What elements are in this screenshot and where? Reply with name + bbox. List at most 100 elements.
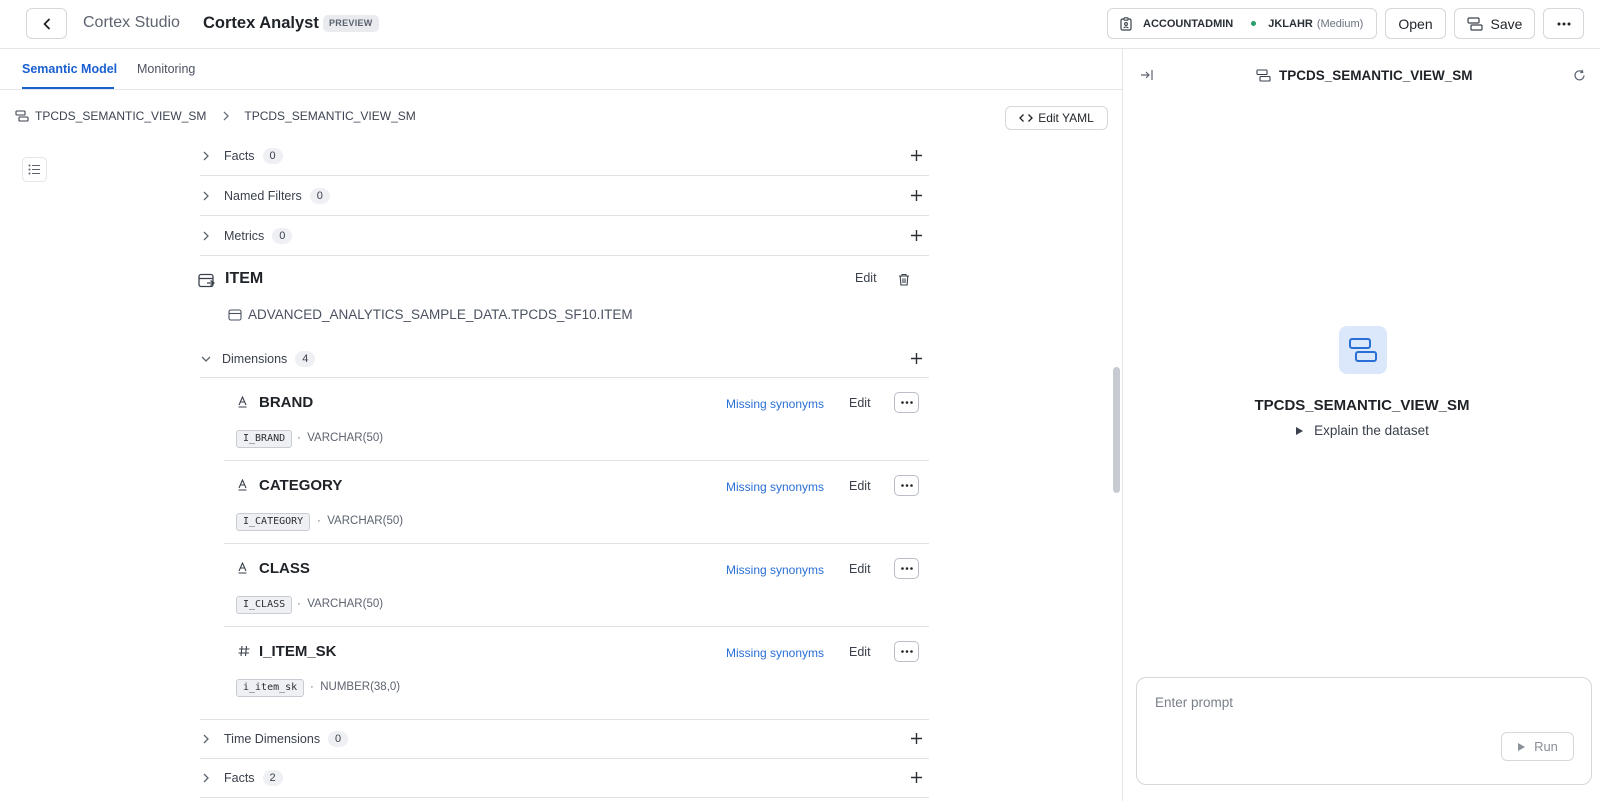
page-title: Cortex Analyst xyxy=(203,14,319,32)
semantic-model-pane: Semantic Model Monitoring TPCDS_SEMANTIC… xyxy=(0,49,1123,801)
section-label: Facts xyxy=(224,771,255,785)
missing-synonyms-link[interactable]: Missing synonyms xyxy=(726,646,824,660)
column-chip: I_CATEGORY xyxy=(236,513,311,531)
dimension-name: CATEGORY xyxy=(259,477,343,494)
semantic-model-icon xyxy=(1339,326,1387,374)
section-named-filters[interactable]: Named Filters 0 xyxy=(200,177,929,216)
missing-synonyms-link[interactable]: Missing synonyms xyxy=(726,480,824,494)
text-type-icon xyxy=(238,479,247,491)
semantic-model-icon xyxy=(1256,69,1271,82)
missing-synonyms-link[interactable]: Missing synonyms xyxy=(726,397,824,411)
model-content: Facts 0 Named Filters 0 Metrics 0 ITEM E… xyxy=(0,49,1120,801)
database-table-icon xyxy=(228,308,242,321)
chevron-down-icon xyxy=(200,355,214,363)
more-options-button[interactable] xyxy=(1543,8,1584,39)
chat-panel: TPCDS_SEMANTIC_VIEW_SM TPCDS_SEMANTIC_VI… xyxy=(1124,49,1600,801)
dimension-name: I_ITEM_SK xyxy=(259,643,337,660)
chevron-right-icon xyxy=(202,190,216,202)
dimension-name: BRAND xyxy=(259,394,314,411)
warehouse-size: (Medium) xyxy=(1316,17,1364,30)
dimension-row: BRAND Missing synonyms Edit I_BRAND · VA… xyxy=(224,379,929,461)
column-chip: I_CLASS xyxy=(236,596,293,614)
data-type: · VARCHAR(50) xyxy=(297,598,384,610)
number-type-icon xyxy=(238,645,250,657)
more-horizontal-icon[interactable] xyxy=(894,392,919,413)
run-label: Run xyxy=(1534,739,1558,754)
section-time-dimensions[interactable]: Time Dimensions 0 xyxy=(200,719,929,759)
section-facts[interactable]: Facts 0 xyxy=(200,137,929,176)
edit-dimension-button[interactable]: Edit xyxy=(849,645,871,659)
role-badge-icon xyxy=(1120,16,1132,31)
section-facts[interactable]: Facts 2 xyxy=(200,759,929,798)
missing-synonyms-link[interactable]: Missing synonyms xyxy=(726,563,824,577)
panel-title: TPCDS_SEMANTIC_VIEW_SM xyxy=(1256,68,1473,83)
chevron-left-icon xyxy=(40,17,54,31)
dimension-row: I_ITEM_SK Missing synonyms Edit i_item_s… xyxy=(224,628,929,710)
prompt-input[interactable] xyxy=(1155,695,1575,710)
plus-icon[interactable] xyxy=(910,771,923,784)
chevron-right-icon xyxy=(202,230,216,242)
status-dot xyxy=(1251,21,1257,26)
collapse-panel-icon[interactable] xyxy=(1140,69,1154,81)
plus-icon[interactable] xyxy=(910,352,923,365)
prompt-box: Run xyxy=(1136,677,1592,785)
count-badge: 0 xyxy=(272,228,293,244)
dimension-row: CLASS Missing synonyms Edit I_CLASS · VA… xyxy=(224,545,929,627)
back-button[interactable] xyxy=(26,8,67,39)
plus-icon[interactable] xyxy=(910,189,923,202)
table-path-text: ADVANCED_ANALYTICS_SAMPLE_DATA.TPCDS_SF1… xyxy=(248,307,633,322)
top-bar: Cortex Studio Cortex Analyst PREVIEW ACC… xyxy=(0,0,1600,49)
semantic-view-name: TPCDS_SEMANTIC_VIEW_SM xyxy=(1254,397,1470,414)
text-type-icon xyxy=(238,396,247,408)
save-label: Save xyxy=(1490,15,1523,32)
logical-table-icon xyxy=(198,273,215,289)
more-horizontal-icon[interactable] xyxy=(894,475,919,496)
edit-dimension-button[interactable]: Edit xyxy=(849,479,871,493)
role-name: ACCOUNTADMIN xyxy=(1143,17,1234,30)
count-badge: 4 xyxy=(295,351,316,367)
more-horizontal-icon[interactable] xyxy=(894,641,919,662)
data-type: · VARCHAR(50) xyxy=(317,515,404,527)
dimension-row: CATEGORY Missing synonyms Edit I_CATEGOR… xyxy=(224,462,929,544)
plus-icon[interactable] xyxy=(910,149,923,162)
section-label: Time Dimensions xyxy=(224,732,321,746)
count-badge: 0 xyxy=(262,148,283,164)
edit-dimension-button[interactable]: Edit xyxy=(849,396,871,410)
section-label: Facts xyxy=(224,149,255,163)
play-icon xyxy=(1517,742,1526,752)
studio-name[interactable]: Cortex Studio xyxy=(83,14,180,32)
section-metrics[interactable]: Metrics 0 xyxy=(200,217,929,256)
chevron-right-icon xyxy=(202,733,216,745)
chevron-right-icon xyxy=(202,772,216,784)
plus-icon[interactable] xyxy=(910,229,923,242)
save-button[interactable]: Save xyxy=(1454,8,1535,39)
plus-icon[interactable] xyxy=(910,732,923,745)
more-horizontal-icon[interactable] xyxy=(894,558,919,579)
more-horizontal-icon xyxy=(1557,22,1571,26)
section-label: Metrics xyxy=(224,229,265,243)
text-type-icon xyxy=(238,562,247,574)
scrollbar-thumb[interactable] xyxy=(1113,367,1120,493)
suggested-question[interactable]: Explain the dataset xyxy=(1124,423,1600,438)
play-icon xyxy=(1295,426,1304,436)
suggested-question-text: Explain the dataset xyxy=(1314,423,1429,438)
edit-table-button[interactable]: Edit xyxy=(855,271,877,285)
chevron-right-icon xyxy=(202,150,216,162)
count-badge: 0 xyxy=(328,731,349,747)
table-name: ITEM xyxy=(225,270,264,287)
count-badge: 0 xyxy=(309,188,330,204)
role-warehouse-selector[interactable]: ACCOUNTADMIN JKLAHR (Medium) xyxy=(1107,8,1377,39)
trash-icon[interactable] xyxy=(898,273,910,286)
run-button[interactable]: Run xyxy=(1501,732,1574,761)
warehouse-name: JKLAHR xyxy=(1268,17,1313,30)
edit-dimension-button[interactable]: Edit xyxy=(849,562,871,576)
section-label: Named Filters xyxy=(224,189,302,203)
open-button[interactable]: Open xyxy=(1385,8,1446,39)
logical-table-header: ITEM Edit xyxy=(198,265,929,293)
semantic-model-icon xyxy=(1466,16,1483,31)
preview-badge: PREVIEW xyxy=(323,15,379,32)
section-dimensions[interactable]: Dimensions 4 xyxy=(200,341,929,378)
refresh-icon[interactable] xyxy=(1573,69,1586,82)
count-badge: 2 xyxy=(262,770,283,786)
dimension-name: CLASS xyxy=(259,560,310,577)
